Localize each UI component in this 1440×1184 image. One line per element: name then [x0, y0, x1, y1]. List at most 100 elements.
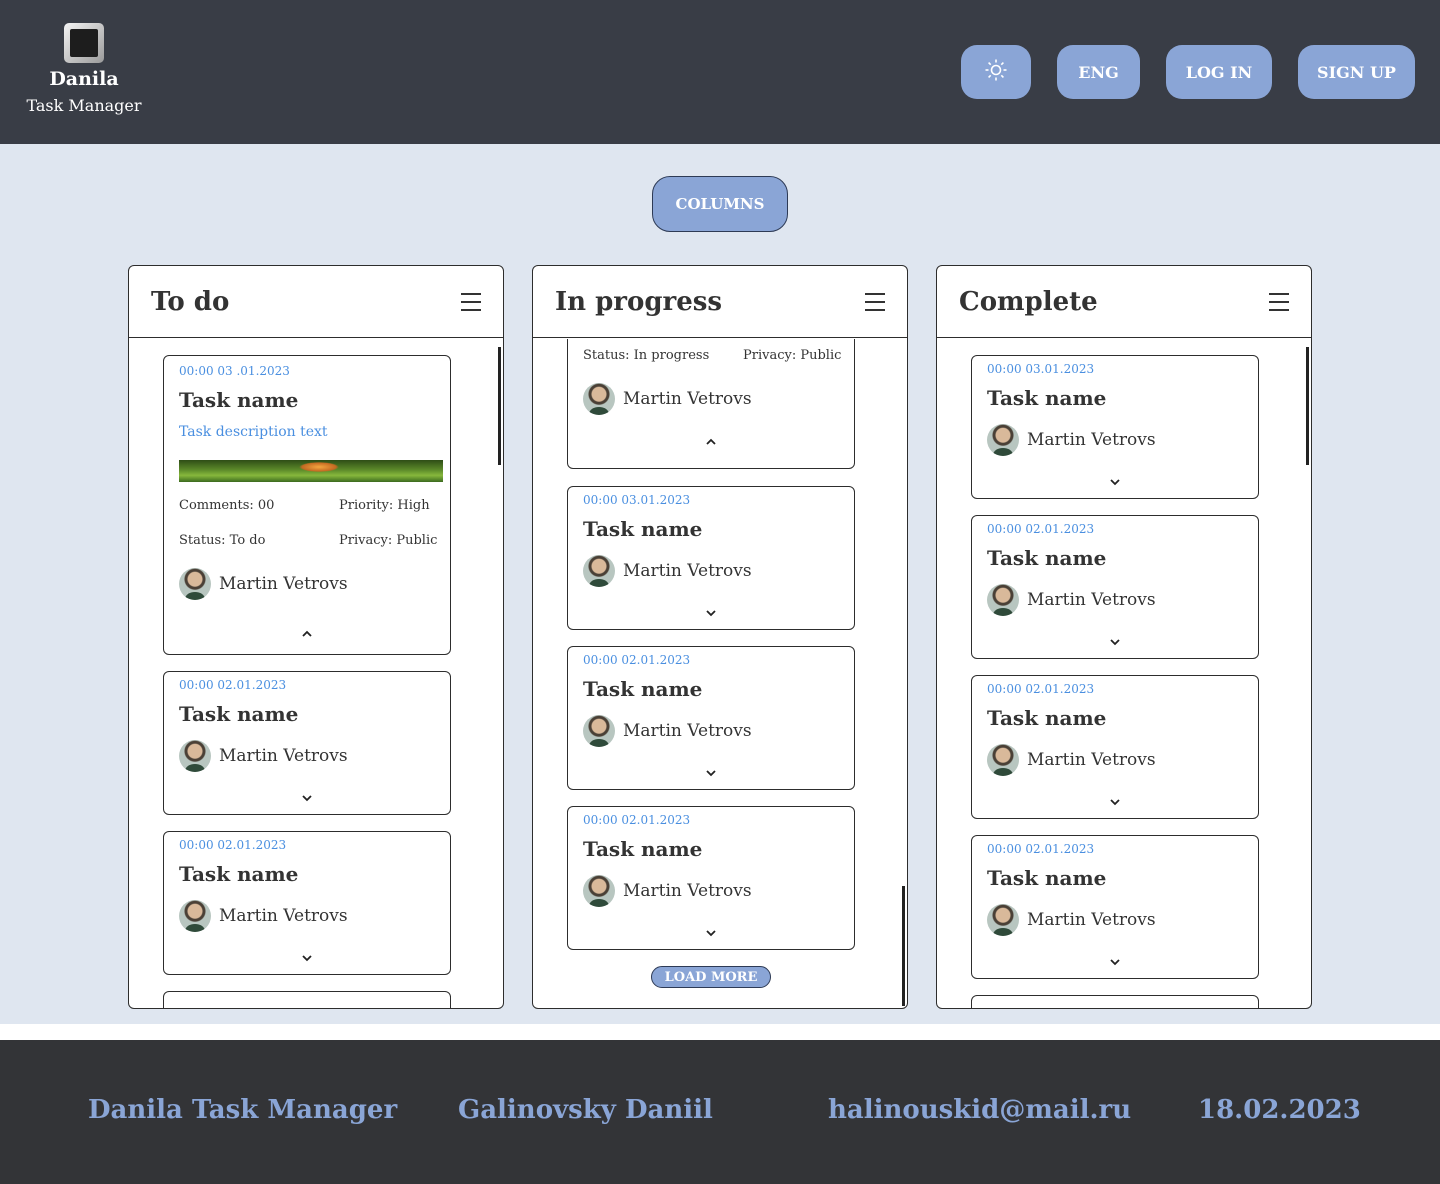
assignee-name: Martin Vetrovs [623, 881, 752, 901]
logo[interactable]: Danila Task Manager [20, 20, 148, 115]
chevron-down-icon[interactable] [1109, 956, 1121, 968]
avatar [179, 568, 211, 600]
task-card-expanded-partial[interactable]: Status: In progress Privacy: Public Mart… [567, 339, 855, 469]
chevron-up-icon[interactable] [301, 628, 313, 640]
task-date: 00:00 02.01.2023 [583, 813, 691, 827]
load-more-button[interactable]: LOAD MORE [651, 966, 771, 988]
footer-app-name: Danila Task Manager [88, 1095, 398, 1125]
assignee-name: Martin Vetrovs [1027, 590, 1156, 610]
task-date: 00:00 02.01.2023 [987, 522, 1095, 536]
task-name: Task name [987, 546, 1107, 570]
avatar [987, 904, 1019, 936]
avatar [987, 584, 1019, 616]
board-area: COLUMNS To do 00:00 03 .01.2023 Task nam… [0, 144, 1440, 1024]
task-date: 00:00 02.01.2023 [987, 842, 1095, 856]
task-name: Task name [987, 866, 1107, 890]
menu-icon[interactable] [865, 292, 885, 311]
column-title: Complete [959, 286, 1098, 317]
task-name: Task name [179, 388, 299, 412]
column-todo: To do 00:00 03 .01.2023 Task name Task d… [128, 265, 504, 1009]
task-card[interactable]: 00:00 02.01.2023 Task name Martin Vetrov… [163, 671, 451, 815]
task-comments: Comments: 00 [179, 498, 275, 513]
task-name: Task name [987, 386, 1107, 410]
task-assignee: Martin Vetrovs [179, 568, 348, 600]
task-name: Task name [179, 862, 299, 886]
task-card[interactable]: 00:00 02.01.2023 Task name Martin Vetrov… [971, 515, 1259, 659]
avatar [987, 744, 1019, 776]
task-card-partial[interactable] [163, 991, 451, 1008]
assignee-name: Martin Vetrovs [219, 746, 348, 766]
task-name: Task name [583, 837, 703, 861]
task-card[interactable]: 00:00 02.01.2023 Task name Martin Vetrov… [567, 806, 855, 950]
task-card[interactable]: 00:00 02.01.2023 Task name Martin Vetrov… [163, 831, 451, 975]
menu-icon[interactable] [461, 292, 481, 311]
chevron-down-icon[interactable] [301, 792, 313, 804]
task-assignee: Martin Vetrovs [987, 584, 1156, 616]
footer-email[interactable]: halinouskid@mail.ru [828, 1095, 1131, 1125]
assignee-name: Martin Vetrovs [623, 721, 752, 741]
logo-subtitle: Task Manager [26, 96, 142, 115]
assignee-name: Martin Vetrovs [623, 389, 752, 409]
avatar [583, 715, 615, 747]
scrollbar[interactable] [1306, 347, 1309, 465]
scrollbar[interactable] [498, 347, 501, 465]
assignee-name: Martin Vetrovs [1027, 430, 1156, 450]
task-name: Task name [583, 677, 703, 701]
task-card[interactable]: 00:00 02.01.2023 Task name Martin Vetrov… [971, 675, 1259, 819]
top-header: Danila Task Manager ENG LOG IN SIGN UP [0, 0, 1440, 144]
logo-icon [64, 23, 104, 63]
footer-author: Galinovsky Daniil [458, 1095, 713, 1125]
task-card-expanded[interactable]: 00:00 03 .01.2023 Task name Task descrip… [163, 355, 451, 655]
footer-spacer [0, 1024, 1440, 1040]
task-card[interactable]: 00:00 03.01.2023 Task name Martin Vetrov… [971, 355, 1259, 499]
column-header: To do [129, 266, 503, 338]
task-assignee: Martin Vetrovs [583, 383, 752, 415]
avatar [583, 555, 615, 587]
signup-button[interactable]: SIGN UP [1298, 45, 1415, 99]
task-image [179, 460, 443, 482]
task-card[interactable]: 00:00 02.01.2023 Task name Martin Vetrov… [971, 835, 1259, 979]
task-assignee: Martin Vetrovs [583, 555, 752, 587]
chevron-up-icon[interactable] [705, 436, 717, 448]
task-date: 00:00 02.01.2023 [179, 678, 287, 692]
column-complete: Complete 00:00 03.01.2023 Task name Mart… [936, 265, 1312, 1009]
task-date: 00:00 02.01.2023 [179, 838, 287, 852]
menu-icon[interactable] [1269, 292, 1289, 311]
avatar [987, 424, 1019, 456]
assignee-name: Martin Vetrovs [219, 906, 348, 926]
assignee-name: Martin Vetrovs [219, 574, 348, 594]
column-title: To do [151, 286, 230, 317]
task-privacy: Privacy: Public [743, 348, 842, 363]
footer: Danila Task Manager Galinovsky Daniil ha… [0, 1040, 1440, 1184]
task-name: Task name [583, 517, 703, 541]
task-description: Task description text [179, 424, 328, 440]
chevron-down-icon[interactable] [1109, 636, 1121, 648]
task-assignee: Martin Vetrovs [179, 900, 348, 932]
task-priority: Priority: High [339, 498, 430, 513]
assignee-name: Martin Vetrovs [623, 561, 752, 581]
task-date: 00:00 03 .01.2023 [179, 364, 290, 378]
task-card-partial[interactable] [971, 995, 1259, 1008]
language-button[interactable]: ENG [1057, 45, 1140, 99]
avatar [583, 383, 615, 415]
task-card[interactable]: 00:00 03.01.2023 Task name Martin Vetrov… [567, 486, 855, 630]
logo-title: Danila [49, 68, 119, 90]
login-button[interactable]: LOG IN [1166, 45, 1272, 99]
chevron-down-icon[interactable] [705, 767, 717, 779]
task-status: Status: In progress [583, 348, 710, 363]
chevron-down-icon[interactable] [301, 952, 313, 964]
avatar [179, 740, 211, 772]
theme-toggle-button[interactable] [961, 45, 1031, 99]
column-header: Complete [937, 266, 1311, 338]
chevron-down-icon[interactable] [705, 927, 717, 939]
task-privacy: Privacy: Public [339, 533, 438, 548]
chevron-down-icon[interactable] [1109, 796, 1121, 808]
task-assignee: Martin Vetrovs [987, 424, 1156, 456]
task-assignee: Martin Vetrovs [583, 715, 752, 747]
scrollbar[interactable] [902, 886, 905, 1006]
columns-button[interactable]: COLUMNS [652, 176, 788, 232]
assignee-name: Martin Vetrovs [1027, 750, 1156, 770]
chevron-down-icon[interactable] [1109, 476, 1121, 488]
chevron-down-icon[interactable] [705, 607, 717, 619]
task-card[interactable]: 00:00 02.01.2023 Task name Martin Vetrov… [567, 646, 855, 790]
